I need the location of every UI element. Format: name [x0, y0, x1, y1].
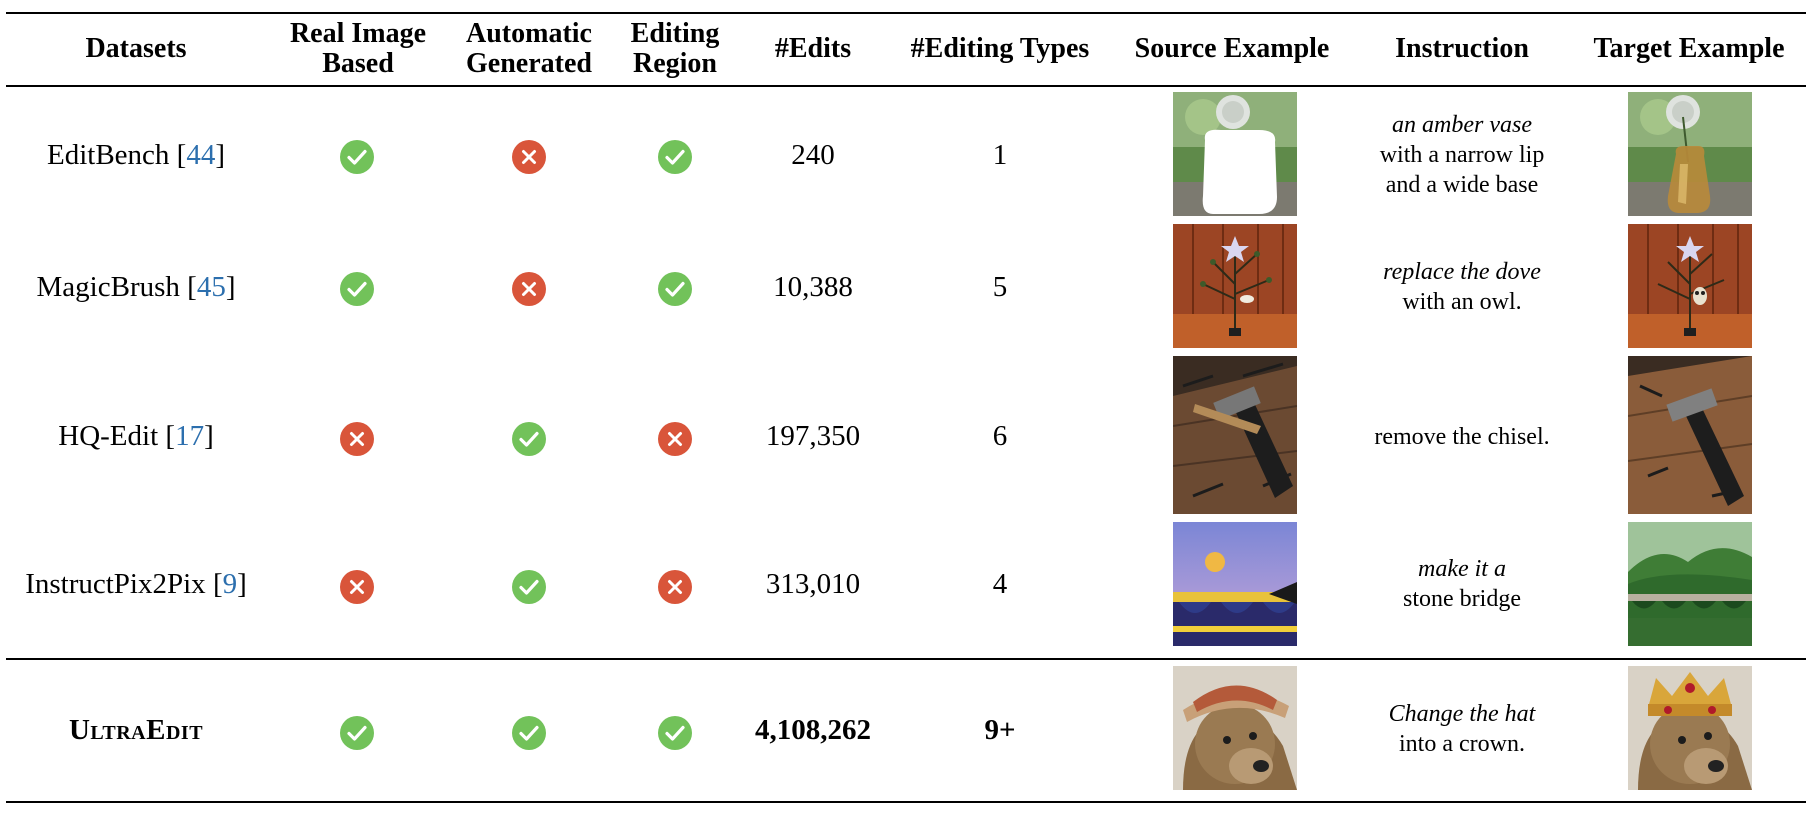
- header-line: Based: [322, 48, 394, 79]
- edits-count: 313,010: [765, 567, 861, 600]
- editing-types-count: 5: [992, 270, 1008, 303]
- check-circle-icon: [339, 271, 375, 307]
- cross-circle-icon: [657, 569, 693, 605]
- instruction-line: stone bridge: [1403, 586, 1521, 612]
- target-image-vase: [1628, 92, 1752, 216]
- target-image-stone-bridge: [1628, 522, 1752, 646]
- dataset-label: InstructPix2Pix: [25, 567, 206, 600]
- instruction-line: with a narrow lip: [1379, 142, 1545, 168]
- dataset-name-ours: UltraEdit: [68, 713, 204, 746]
- editing-types-count: 6: [992, 419, 1008, 452]
- editing-types-count: 1: [992, 138, 1008, 171]
- citation-link[interactable]: 17: [175, 420, 204, 453]
- header-edits: #Edits: [774, 33, 852, 64]
- instruction-text: replace the dove with an owl.: [1364, 255, 1560, 319]
- target-image-dog-crown: [1628, 666, 1752, 790]
- header-line: Real Image: [289, 18, 427, 49]
- editing-types-count: 9+: [984, 713, 1016, 746]
- dataset-label: HQ-Edit: [58, 419, 159, 452]
- check-circle-icon: [657, 139, 693, 175]
- bottom-rule: [6, 801, 1806, 803]
- source-image-dog-hat: [1173, 666, 1297, 790]
- check-circle-icon: [657, 271, 693, 307]
- instruction-text: an amber vase with a narrow lip and a wi…: [1364, 108, 1560, 202]
- header-instruction: Instruction: [1395, 33, 1529, 64]
- header-rule: [6, 85, 1806, 87]
- cross-circle-icon: [511, 271, 547, 307]
- cross-circle-icon: [657, 421, 693, 457]
- header-automatic-generated: Automatic Generated: [454, 14, 604, 84]
- header-editing-region: Editing Region: [618, 14, 732, 84]
- dataset-name: MagicBrush [45]: [36, 270, 236, 304]
- dataset-label: MagicBrush: [36, 270, 180, 303]
- header-line: Editing: [630, 18, 720, 49]
- comparison-table: Datasets Real Image Based Automatic Genera…: [0, 0, 1812, 818]
- citation-link[interactable]: 9: [223, 568, 238, 601]
- check-circle-icon: [339, 139, 375, 175]
- dataset-name: EditBench [44]: [46, 138, 225, 172]
- instruction-text: make it a stone bridge: [1364, 552, 1560, 616]
- instruction-italic: Change the hat: [1388, 701, 1536, 727]
- check-circle-icon: [339, 715, 375, 751]
- target-image-hammer: [1628, 356, 1752, 514]
- check-circle-icon: [511, 421, 547, 457]
- header-real-image-based: Real Image Based: [272, 14, 444, 84]
- instruction-italic: replace the dove: [1383, 259, 1541, 285]
- header-target-example: Target Example: [1593, 33, 1785, 64]
- header-datasets: Datasets: [85, 33, 187, 64]
- instruction-line: into a crown.: [1399, 731, 1525, 757]
- instruction-line: with an owl.: [1402, 289, 1522, 315]
- edits-count: 10,388: [773, 270, 853, 303]
- citation-link[interactable]: 45: [197, 271, 226, 304]
- source-image-dove: [1173, 224, 1297, 348]
- editing-types-count: 4: [992, 567, 1008, 600]
- header-line: Region: [632, 48, 717, 79]
- dataset-name: InstructPix2Pix [9]: [25, 567, 247, 601]
- citation-link[interactable]: 44: [186, 139, 215, 172]
- header-line: Automatic: [466, 18, 592, 49]
- dataset-label: EditBench: [46, 138, 170, 171]
- instruction-text: remove the chisel.: [1364, 420, 1560, 454]
- edits-count: 197,350: [765, 419, 861, 452]
- target-image-owl: [1628, 224, 1752, 348]
- cross-circle-icon: [339, 569, 375, 605]
- source-image-hammer-chisel: [1173, 356, 1297, 514]
- header-editing-types: #Editing Types: [910, 33, 1090, 64]
- header-line: Generated: [466, 48, 592, 79]
- edits-count: 240: [791, 138, 835, 171]
- cross-circle-icon: [339, 421, 375, 457]
- source-image-vase: [1173, 92, 1297, 216]
- instruction-italic: make it a: [1418, 556, 1506, 582]
- cross-circle-icon: [511, 139, 547, 175]
- instruction-text: Change the hat into a crown.: [1364, 697, 1560, 761]
- instruction-italic: an amber vase: [1392, 112, 1532, 138]
- source-image-bridge: [1173, 522, 1297, 646]
- instruction-line: and a wide base: [1385, 172, 1539, 198]
- check-circle-icon: [511, 569, 547, 605]
- check-circle-icon: [511, 715, 547, 751]
- edits-count: 4,108,262: [755, 713, 871, 746]
- check-circle-icon: [657, 715, 693, 751]
- instruction-line: remove the chisel.: [1374, 424, 1550, 450]
- dataset-name: HQ-Edit [17]: [58, 419, 214, 453]
- header-source-example: Source Example: [1134, 33, 1330, 64]
- ours-separator-rule: [6, 658, 1806, 660]
